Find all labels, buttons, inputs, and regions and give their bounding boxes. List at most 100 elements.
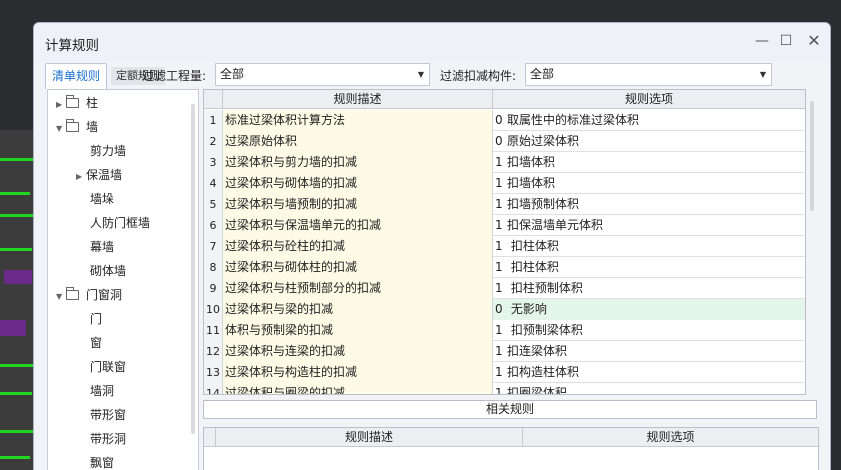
rule-option-cell[interactable]: 0 原始过梁体积 xyxy=(493,131,805,152)
related-header-number xyxy=(204,428,216,447)
tree-item-label: 带形洞 xyxy=(90,432,127,446)
chevron-down-icon[interactable]: ▼ xyxy=(56,119,66,139)
related-header-option: 规则选项 xyxy=(523,428,819,447)
close-icon[interactable]: ✕ xyxy=(804,31,824,51)
tree-item[interactable]: ▶ 保温墙 xyxy=(76,165,122,185)
row-number: 10 xyxy=(204,299,223,320)
rule-desc-cell[interactable]: 过梁体积与保温墙单元的扣减 xyxy=(223,215,493,236)
row-number: 9 xyxy=(204,278,223,299)
tree-item[interactable]: ▼ 门窗洞 xyxy=(56,285,122,305)
rule-option-cell[interactable]: 1 扣保温墙单元体积 xyxy=(493,215,805,236)
dialog-title: 计算规则 xyxy=(45,38,99,54)
table-row[interactable]: 1 标准过梁体积计算方法 0 取属性中的标准过梁体积 xyxy=(204,110,805,131)
rule-option-cell[interactable]: 1 扣墙体积 xyxy=(493,152,805,173)
rule-option-cell[interactable]: 1 扣柱体积 xyxy=(493,257,805,278)
rule-desc-cell[interactable]: 标准过梁体积计算方法 xyxy=(223,110,493,131)
table-row[interactable]: 2 过梁原始体积 0 原始过梁体积 xyxy=(204,131,805,152)
tab-list-rules[interactable]: 清单规则 xyxy=(45,63,108,89)
tree-item[interactable]: 幕墙 xyxy=(76,237,114,257)
canvas-block xyxy=(4,270,32,284)
chevron-right-icon[interactable]: ▶ xyxy=(76,167,86,187)
tree-item[interactable]: 飘窗 xyxy=(76,453,114,470)
tree-item[interactable]: 窗 xyxy=(76,333,102,353)
table-row[interactable]: 14 过梁体积与圈梁的扣减 1 扣圈梁体积 xyxy=(204,383,805,394)
rule-desc-cell[interactable]: 过梁体积与墙预制的扣减 xyxy=(223,194,493,215)
filter-deduct-select[interactable]: 全部 ▼ xyxy=(525,63,772,86)
rule-desc-cell[interactable]: 过梁体积与砌体柱的扣减 xyxy=(223,257,493,278)
rule-option-cell[interactable]: 1 扣柱体积 xyxy=(493,236,805,257)
rule-desc-cell[interactable]: 过梁体积与砼柱的扣减 xyxy=(223,236,493,257)
tree-item[interactable]: 剪力墙 xyxy=(76,141,126,161)
tree-item[interactable]: 人防门框墙 xyxy=(76,213,150,233)
rule-option-cell[interactable]: 1 扣墙预制体积 xyxy=(493,194,805,215)
tree-item[interactable]: ▶ 柱 xyxy=(56,93,98,113)
table-row[interactable]: 9 过梁体积与柱预制部分的扣减 1 扣柱预制体积 xyxy=(204,278,805,299)
filter-quantity-select[interactable]: 全部 ▼ xyxy=(215,63,430,86)
dropdown-arrow-icon[interactable]: ▼ xyxy=(760,64,766,85)
table-row[interactable]: 10 过梁体积与梁的扣减 0 无影响 xyxy=(204,299,805,320)
tree-item[interactable]: 带形洞 xyxy=(76,429,126,449)
option-text: 扣墙体积 xyxy=(507,176,556,190)
row-number: 12 xyxy=(204,341,223,362)
dropdown-arrow-icon[interactable]: ▼ xyxy=(418,64,424,85)
minimize-icon[interactable]: — xyxy=(752,31,772,51)
option-text: 无影响 xyxy=(507,302,547,316)
related-rules-grid: 规则描述 规则选项 xyxy=(203,427,820,470)
canvas-block xyxy=(0,320,26,336)
canvas-line xyxy=(0,364,36,367)
related-rules-button[interactable]: 相关规则 xyxy=(203,400,817,419)
rule-desc-cell[interactable]: 过梁体积与构造柱的扣减 xyxy=(223,362,493,383)
rule-desc-cell[interactable]: 过梁原始体积 xyxy=(223,131,493,152)
rule-desc-cell[interactable]: 过梁体积与剪力墙的扣减 xyxy=(223,152,493,173)
filter-quantity-label: 过滤工程量: xyxy=(142,69,207,83)
table-row[interactable]: 5 过梁体积与墙预制的扣减 1 扣墙预制体积 xyxy=(204,194,805,215)
rule-desc-cell[interactable]: 过梁体积与柱预制部分的扣减 xyxy=(223,278,493,299)
row-number: 4 xyxy=(204,173,223,194)
table-row[interactable]: 7 过梁体积与砼柱的扣减 1 扣柱体积 xyxy=(204,236,805,257)
table-row[interactable]: 11 体积与预制梁的扣减 1 扣预制梁体积 xyxy=(204,320,805,341)
rule-option-cell[interactable]: 1 扣构造柱体积 xyxy=(493,362,805,383)
title-bar[interactable]: 计算规则 — ☐ ✕ xyxy=(34,23,830,61)
table-row[interactable]: 6 过梁体积与保温墙单元的扣减 1 扣保温墙单元体积 xyxy=(204,215,805,236)
chevron-down-icon[interactable]: ▼ xyxy=(56,287,66,307)
tree-item-label: 门 xyxy=(90,312,103,326)
filter-deduct-value: 全部 xyxy=(530,67,555,81)
tree-item[interactable]: 带形窗 xyxy=(76,405,126,425)
rule-desc-cell[interactable]: 过梁体积与砌体墙的扣减 xyxy=(223,173,493,194)
rule-desc-cell[interactable]: 体积与预制梁的扣减 xyxy=(223,320,493,341)
table-row[interactable]: 3 过梁体积与剪力墙的扣减 1 扣墙体积 xyxy=(204,152,805,173)
related-grid-header: 规则描述 规则选项 xyxy=(204,428,820,447)
rule-desc-cell[interactable]: 过梁体积与梁的扣减 xyxy=(223,299,493,320)
canvas-line xyxy=(0,456,30,459)
rule-option-cell[interactable]: 1 扣预制梁体积 xyxy=(493,320,805,341)
header-rule-desc: 规则描述 xyxy=(223,90,493,109)
tree-item[interactable]: ▼ 墙 xyxy=(56,117,98,137)
table-row[interactable]: 8 过梁体积与砌体柱的扣减 1 扣柱体积 xyxy=(204,257,805,278)
tree-item[interactable]: 墙垛 xyxy=(76,189,114,209)
option-code: 0 xyxy=(495,134,503,148)
tree-item[interactable]: 门 xyxy=(76,309,102,329)
table-row[interactable]: 4 过梁体积与砌体墙的扣减 1 扣墙体积 xyxy=(204,173,805,194)
tree-item[interactable]: 墙洞 xyxy=(76,381,114,401)
option-code: 1 xyxy=(495,218,503,232)
rule-option-cell[interactable]: 1 扣连梁体积 xyxy=(493,341,805,362)
rule-option-cell[interactable]: 1 扣圈梁体积 xyxy=(493,383,805,394)
option-text: 扣保温墙单元体积 xyxy=(507,218,604,232)
rule-option-cell[interactable]: 0 取属性中的标准过梁体积 xyxy=(493,110,805,131)
rule-option-cell[interactable]: 1 扣柱预制体积 xyxy=(493,278,805,299)
grid-scrollbar[interactable] xyxy=(810,101,814,211)
grid-header: 规则描述 规则选项 xyxy=(204,90,805,109)
chevron-right-icon[interactable]: ▶ xyxy=(56,95,66,115)
rule-option-cell[interactable]: 0 无影响 xyxy=(493,299,805,320)
table-row[interactable]: 12 过梁体积与连梁的扣减 1 扣连梁体积 xyxy=(204,341,805,362)
tree-scrollbar[interactable] xyxy=(191,104,195,434)
row-number: 6 xyxy=(204,215,223,236)
maximize-icon[interactable]: ☐ xyxy=(776,31,796,51)
rule-desc-cell[interactable]: 过梁体积与连梁的扣减 xyxy=(223,341,493,362)
option-code: 1 xyxy=(495,239,503,253)
rule-option-cell[interactable]: 1 扣墙体积 xyxy=(493,173,805,194)
table-row[interactable]: 13 过梁体积与构造柱的扣减 1 扣构造柱体积 xyxy=(204,362,805,383)
tree-item[interactable]: 砌体墙 xyxy=(76,261,126,281)
rule-desc-cell[interactable]: 过梁体积与圈梁的扣减 xyxy=(223,383,493,394)
tree-item[interactable]: 门联窗 xyxy=(76,357,126,377)
